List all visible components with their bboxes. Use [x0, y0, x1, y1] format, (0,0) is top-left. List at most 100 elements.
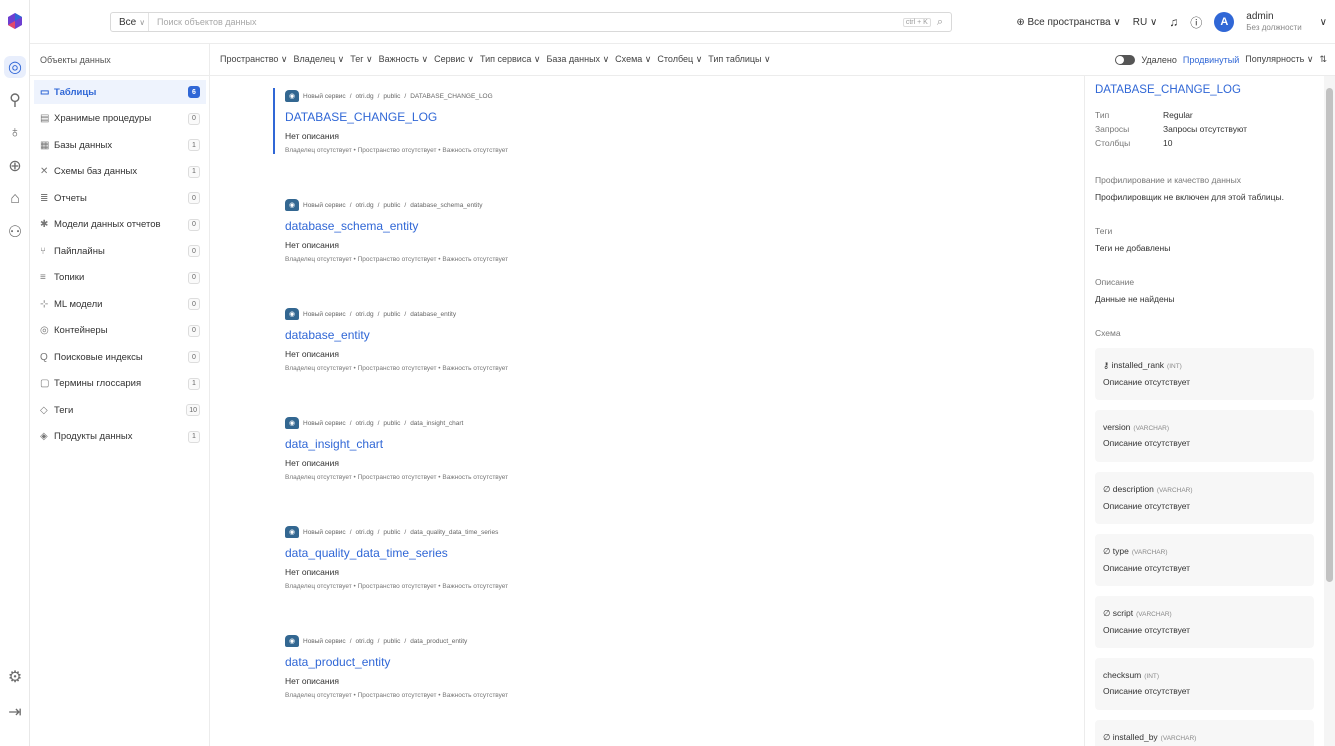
breadcrumb-database[interactable]: otri.dg: [356, 638, 374, 645]
breadcrumb-service[interactable]: Новый сервис: [303, 638, 346, 645]
spaces-select[interactable]: ⊕ Все пространства ∨: [1016, 17, 1120, 28]
chevron-down-icon[interactable]: ∨: [1320, 17, 1327, 28]
explore-icon[interactable]: ◎: [4, 56, 26, 78]
schema-column-card[interactable]: ∅ type (VARCHAR) Описание отсутствует: [1095, 534, 1314, 586]
filter-label: Тег: [350, 54, 364, 64]
logout-icon[interactable]: ⇥: [4, 701, 26, 723]
breadcrumb-database[interactable]: otri.dg: [356, 202, 374, 209]
schema-column-card[interactable]: ⚷ installed_rank (INT) Описание отсутствуе…: [1095, 348, 1314, 400]
help-icon[interactable]: ⓘ: [1190, 14, 1202, 31]
result-meta: Владелец отсутствует • Пространство отсу…: [285, 365, 509, 372]
filter-dropdown[interactable]: Пространство ∨: [220, 54, 288, 65]
search-icon[interactable]: ⌕: [937, 16, 943, 29]
database-icon: ▦: [40, 139, 50, 151]
nav-item[interactable]: ▭ Таблицы 6: [34, 80, 206, 104]
breadcrumb-table[interactable]: database_schema_entity: [410, 202, 482, 209]
breadcrumb-service[interactable]: Новый сервис: [303, 529, 346, 536]
nav-item[interactable]: ≣ Отчеты 0: [34, 186, 206, 210]
filter-dropdown[interactable]: Тип таблицы ∨: [708, 54, 770, 65]
scrollbar-thumb[interactable]: [1326, 88, 1333, 582]
global-search[interactable]: Все ∨ Поиск объектов данных ctrl + K ⌕: [110, 12, 952, 32]
language-select[interactable]: RU ∨: [1133, 17, 1158, 28]
result-card[interactable]: ◉ Новый сервис / otri.dg / public / database_sc…: [285, 197, 845, 263]
details-title[interactable]: DATABASE_CHANGE_LOG: [1095, 84, 1314, 102]
filter-dropdown[interactable]: Тег ∨: [350, 54, 372, 65]
result-card[interactable]: ◉ Новый сервис / otri.dg / public / DATABASE_CH…: [273, 88, 833, 154]
search-scope-select[interactable]: Все ∨: [111, 13, 149, 31]
users-icon[interactable]: ⚇: [4, 221, 26, 243]
sort-select[interactable]: Популярность ∨: [1245, 54, 1313, 65]
filter-dropdown[interactable]: Тип сервиса ∨: [480, 54, 540, 65]
result-title[interactable]: data_product_entity: [285, 655, 845, 671]
user-info[interactable]: admin Без должности: [1246, 11, 1301, 33]
avatar[interactable]: A: [1214, 12, 1235, 32]
breadcrumb-service[interactable]: Новый сервис: [303, 93, 346, 100]
result-card[interactable]: ◉ Новый сервис / otri.dg / public / data_qualit…: [285, 524, 845, 590]
nav-item[interactable]: ✱ Модели данных отчетов 0: [34, 213, 206, 237]
breadcrumb-table[interactable]: data_insight_chart: [410, 420, 463, 427]
breadcrumb-schema[interactable]: public: [383, 420, 400, 427]
nav-item[interactable]: ▦ Базы данных 1: [34, 133, 206, 157]
result-title[interactable]: database_schema_entity: [285, 219, 845, 235]
breadcrumb-database[interactable]: otri.dg: [356, 529, 374, 536]
result-title[interactable]: database_entity: [285, 328, 845, 344]
postgres-icon: ◉: [285, 308, 299, 320]
filter-dropdown[interactable]: Столбец ∨: [657, 54, 702, 65]
nav-item[interactable]: ▤ Хранимые процедуры 0: [34, 107, 206, 131]
result-title[interactable]: data_quality_data_time_series: [285, 546, 845, 562]
filter-dropdown[interactable]: Владелец ∨: [294, 54, 345, 65]
schema-column-card[interactable]: version (VARCHAR) Описание отсутствует: [1095, 410, 1314, 462]
schema-column-card[interactable]: ∅ description (VARCHAR) Описание отсутству…: [1095, 472, 1314, 524]
breadcrumb-schema[interactable]: public: [383, 202, 400, 209]
nav-item[interactable]: ◇ Теги 10: [34, 398, 206, 422]
breadcrumb-service[interactable]: Новый сервис: [303, 311, 346, 318]
breadcrumb-table[interactable]: database_entity: [410, 311, 456, 318]
breadcrumb-schema[interactable]: public: [383, 638, 400, 645]
observability-icon[interactable]: ⚲: [4, 89, 26, 111]
nav-item[interactable]: ◈ Продукты данных 1: [34, 425, 206, 449]
header-right: ⊕ Все пространства ∨ RU ∨ ♫ ⓘ A admin Бе…: [1016, 6, 1327, 38]
details-panel: DATABASE_CHANGE_LOG Тип Regular Запросы …: [1084, 76, 1324, 746]
breadcrumb-database[interactable]: otri.dg: [356, 93, 374, 100]
breadcrumb-schema[interactable]: public: [383, 529, 400, 536]
governance-icon[interactable]: ⌂: [4, 188, 26, 210]
sort-direction-icon[interactable]: ⇅: [1319, 54, 1327, 65]
schema-column-card[interactable]: ∅ installed_by (VARCHAR): [1095, 720, 1314, 746]
breadcrumb-table[interactable]: DATABASE_CHANGE_LOG: [410, 93, 492, 100]
nav-item[interactable]: ≡ Топики 0: [34, 266, 206, 290]
search-input[interactable]: Поиск объектов данных: [149, 17, 903, 27]
result-title[interactable]: data_insight_chart: [285, 437, 845, 453]
schema-column-card[interactable]: checksum (INT) Описание отсутствует: [1095, 658, 1314, 710]
breadcrumb-service[interactable]: Новый сервис: [303, 202, 346, 209]
breadcrumb-service[interactable]: Новый сервис: [303, 420, 346, 427]
filter-dropdown[interactable]: Сервис ∨: [434, 54, 474, 65]
result-card[interactable]: ◉ Новый сервис / otri.dg / public / data_insigh…: [285, 415, 845, 481]
filter-dropdown[interactable]: База данных ∨: [546, 54, 609, 65]
breadcrumb-table[interactable]: data_product_entity: [410, 638, 467, 645]
result-card[interactable]: ◉ Новый сервис / otri.dg / public / data_produc…: [285, 633, 845, 699]
breadcrumb-database[interactable]: otri.dg: [356, 311, 374, 318]
breadcrumb-schema[interactable]: public: [383, 311, 400, 318]
breadcrumb-database[interactable]: otri.dg: [356, 420, 374, 427]
bell-icon[interactable]: ♫: [1169, 15, 1178, 29]
breadcrumb-schema[interactable]: public: [383, 93, 400, 100]
insights-icon[interactable]: ♁: [4, 122, 26, 144]
nav-item[interactable]: ◎ Контейнеры 0: [34, 319, 206, 343]
details-scrollbar[interactable]: [1324, 76, 1335, 746]
result-card[interactable]: ◉ Новый сервис / otri.dg / public / database_en…: [285, 306, 845, 372]
domains-icon[interactable]: ⊕: [4, 155, 26, 177]
advanced-search-link[interactable]: Продвинутый: [1183, 55, 1239, 65]
deleted-toggle[interactable]: [1115, 54, 1136, 65]
app-logo-icon[interactable]: [4, 10, 26, 32]
nav-item[interactable]: Q Поисковые индексы 0: [34, 345, 206, 369]
settings-icon[interactable]: ⚙: [4, 666, 26, 688]
nav-item[interactable]: ✕ Схемы баз данных 1: [34, 160, 206, 184]
schema-column-card[interactable]: ∅ script (VARCHAR) Описание отсутствует: [1095, 596, 1314, 648]
filter-dropdown[interactable]: Важность ∨: [379, 54, 428, 65]
nav-item[interactable]: ⊹ ML модели 0: [34, 292, 206, 316]
nav-item[interactable]: ⑂ Пайплайны 0: [34, 239, 206, 263]
filter-dropdown[interactable]: Схема ∨: [615, 54, 651, 65]
nav-item[interactable]: ▢ Термины глоссария 1: [34, 372, 206, 396]
result-title[interactable]: DATABASE_CHANGE_LOG: [285, 110, 833, 126]
breadcrumb-table[interactable]: data_quality_data_time_series: [410, 529, 498, 536]
